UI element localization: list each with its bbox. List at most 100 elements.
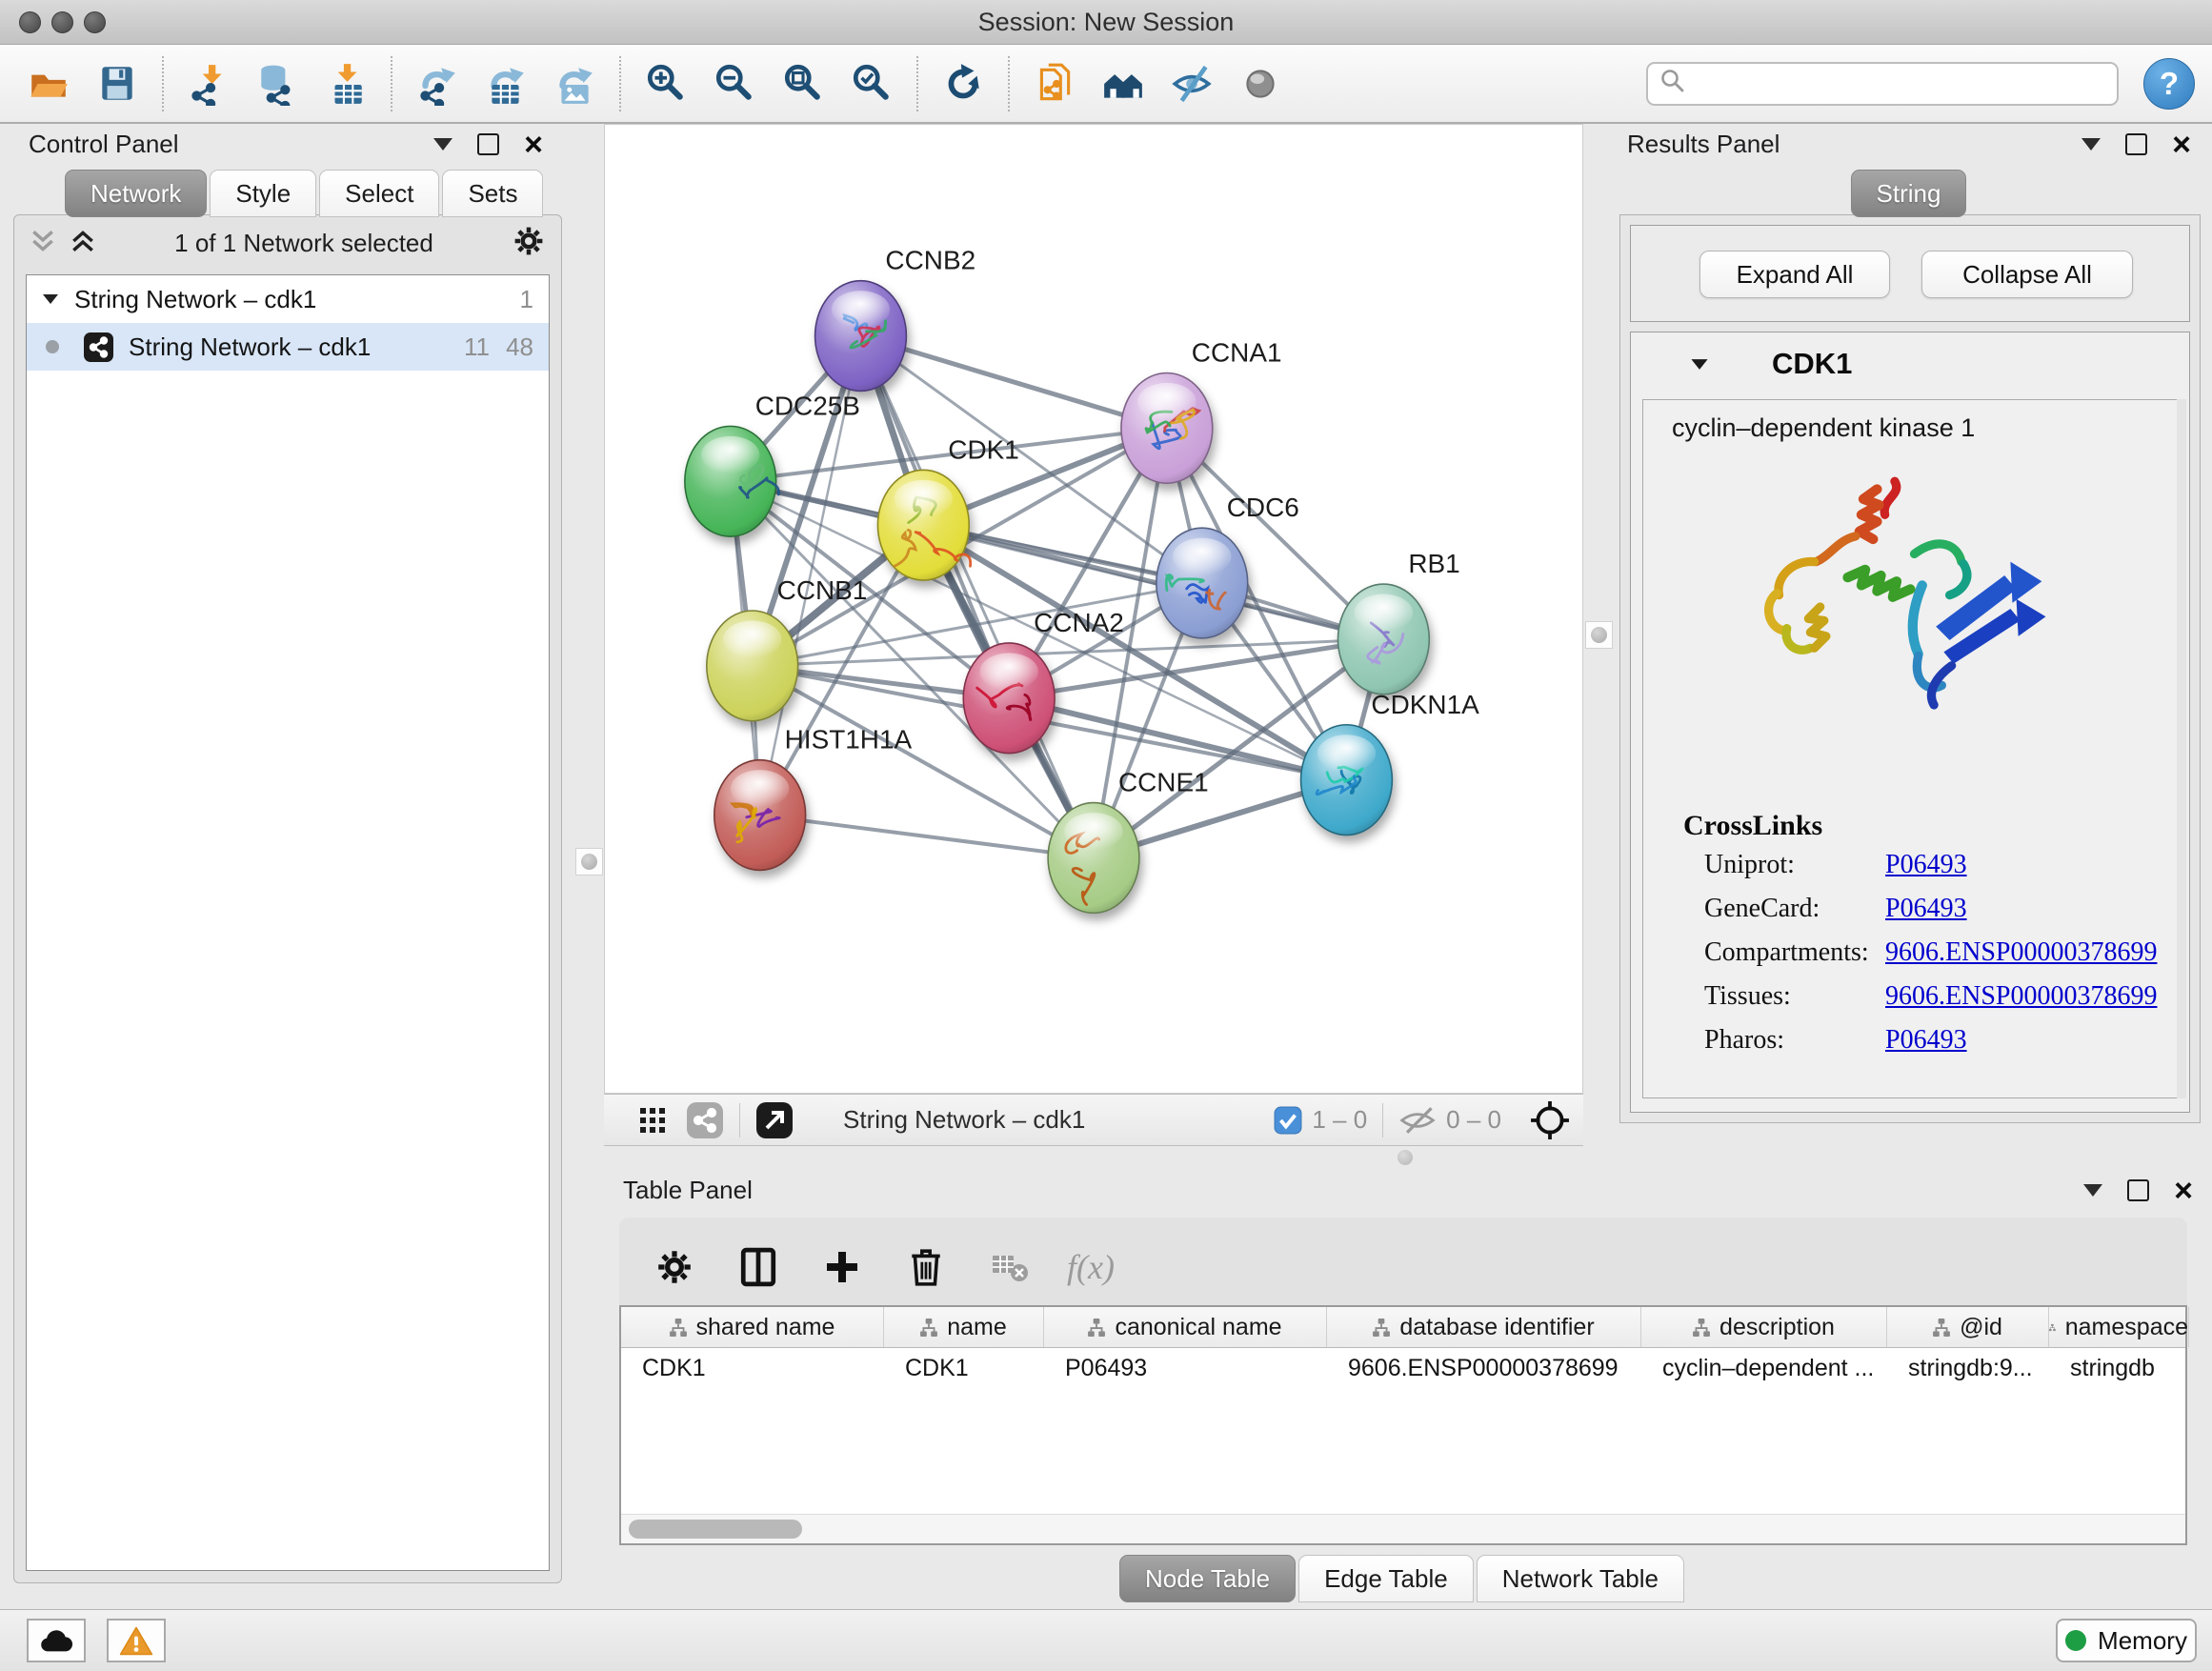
panel-menu-caret-icon[interactable] xyxy=(2083,1184,2102,1197)
tab-string[interactable]: String xyxy=(1851,170,1967,217)
tab-select[interactable]: Select xyxy=(319,170,439,217)
column-header-shared-name[interactable]: shared name xyxy=(621,1307,884,1347)
column-header-canonical-name[interactable]: canonical name xyxy=(1044,1307,1327,1347)
table-cell[interactable]: P06493 xyxy=(1044,1348,1327,1388)
save-session-icon[interactable] xyxy=(90,56,145,111)
crosslink-link[interactable]: 9606.ENSP00000378699 xyxy=(1885,981,2157,1012)
export-table-icon[interactable] xyxy=(478,56,533,111)
cloud-button[interactable] xyxy=(27,1619,86,1662)
document-share-icon[interactable] xyxy=(1027,56,1082,111)
memory-button[interactable]: Memory xyxy=(2056,1619,2197,1662)
node-CCNA1[interactable]: CCNA1 xyxy=(1121,338,1282,484)
section-collapse-caret-icon[interactable] xyxy=(1690,357,1709,372)
panel-close-icon[interactable]: × xyxy=(524,134,543,155)
tab-network[interactable]: Network xyxy=(65,170,207,217)
delete-column-icon[interactable] xyxy=(905,1246,947,1288)
column-header-database-identifier[interactable]: database identifier xyxy=(1327,1307,1641,1347)
tab-sets[interactable]: Sets xyxy=(442,170,543,217)
column-header-name[interactable]: name xyxy=(884,1307,1044,1347)
table-cell[interactable]: CDK1 xyxy=(884,1348,1044,1388)
table-hscrollbar-thumb[interactable] xyxy=(629,1520,802,1539)
export-image-icon[interactable] xyxy=(547,56,602,111)
node-RB1[interactable]: RB1 xyxy=(1337,549,1459,695)
collapse-all-icon[interactable] xyxy=(30,229,56,258)
collapse-all-button[interactable]: Collapse All xyxy=(1921,251,2133,298)
zoom-selected-icon[interactable] xyxy=(844,56,899,111)
export-network-icon[interactable] xyxy=(410,56,465,111)
node-CCNB2[interactable]: CCNB2 xyxy=(815,246,976,392)
string-homes-icon[interactable] xyxy=(1096,56,1151,111)
crosslink-link[interactable]: 9606.ENSP00000378699 xyxy=(1885,937,2157,968)
tab-edge-table[interactable]: Edge Table xyxy=(1298,1555,1474,1602)
crosslink-link[interactable]: P06493 xyxy=(1885,850,1967,880)
tab-style[interactable]: Style xyxy=(210,170,316,217)
search-box[interactable] xyxy=(1646,62,2119,106)
table-cell[interactable]: stringdb:9... xyxy=(1887,1348,2049,1388)
show-columns-icon[interactable] xyxy=(737,1246,779,1288)
column-header--id[interactable]: @id xyxy=(1887,1307,2049,1347)
zoom-out-icon[interactable] xyxy=(707,56,762,111)
zoom-fit-icon[interactable] xyxy=(775,56,831,111)
expand-all-icon[interactable] xyxy=(70,229,96,258)
tab-network-table[interactable]: Network Table xyxy=(1477,1555,1684,1602)
edge-CCNB2-CCNA1[interactable] xyxy=(860,336,1166,429)
zoom-in-icon[interactable] xyxy=(638,56,694,111)
network-collection-row[interactable]: String Network – cdk1 1 xyxy=(27,275,549,323)
external-link-icon[interactable] xyxy=(755,1101,794,1139)
open-session-icon[interactable] xyxy=(21,56,76,111)
node-CCNE1[interactable]: CCNE1 xyxy=(1048,768,1209,914)
edge-CCNB2-CCNE1[interactable] xyxy=(860,336,1094,858)
panel-float-icon[interactable] xyxy=(477,133,499,155)
crosslink-link[interactable]: P06493 xyxy=(1885,1025,1967,1056)
panel-close-icon[interactable]: × xyxy=(2174,1180,2193,1201)
refresh-icon[interactable] xyxy=(935,56,991,111)
network-status-dot xyxy=(46,340,59,353)
table-gear-icon[interactable] xyxy=(654,1246,695,1288)
show-eye-icon[interactable] xyxy=(1233,56,1288,111)
search-input[interactable] xyxy=(1696,68,2117,99)
table-cell[interactable]: 9606.ENSP00000378699 xyxy=(1327,1348,1641,1388)
warning-button[interactable] xyxy=(107,1619,166,1662)
table-cell[interactable]: stringdb xyxy=(2049,1348,2189,1388)
gene-section-header[interactable]: CDK1 xyxy=(1631,332,2189,395)
help-icon[interactable]: ? xyxy=(2143,58,2195,110)
tree-expand-caret-icon[interactable] xyxy=(42,292,59,306)
expand-all-button[interactable]: Expand All xyxy=(1699,251,1890,298)
table-row[interactable]: CDK1CDK1P064939606.ENSP00000378699cyclin… xyxy=(621,1348,2185,1388)
edge-HIST1H1A-CCNE1[interactable] xyxy=(760,815,1094,858)
tab-node-table[interactable]: Node Table xyxy=(1119,1555,1296,1602)
crosslink-link[interactable]: P06493 xyxy=(1885,894,1967,924)
hidden-glasses-icon[interactable] xyxy=(1398,1106,1437,1135)
node-HIST1H1A[interactable]: HIST1H1A xyxy=(714,725,913,871)
add-column-icon[interactable] xyxy=(821,1246,863,1288)
share-view-icon[interactable] xyxy=(686,1101,724,1139)
function-builder-icon[interactable]: f(x) xyxy=(1067,1247,1115,1287)
delete-table-icon[interactable] xyxy=(989,1246,1031,1288)
table-cell[interactable]: CDK1 xyxy=(621,1348,884,1388)
splitter-handle[interactable] xyxy=(1398,1150,1413,1165)
import-table-icon[interactable] xyxy=(318,56,373,111)
node-CDC6[interactable]: CDC6 xyxy=(1156,493,1299,638)
selected-checkbox-icon[interactable] xyxy=(1274,1106,1302,1135)
gear-icon[interactable] xyxy=(512,224,546,263)
panel-float-icon[interactable] xyxy=(2127,1179,2149,1201)
splitter-handle[interactable] xyxy=(575,848,603,876)
table-hscrollbar[interactable] xyxy=(621,1514,2185,1543)
node-CDKN1A[interactable]: CDKN1A xyxy=(1301,690,1480,836)
panel-close-icon[interactable]: × xyxy=(2172,134,2191,155)
birdseye-crosshair-icon[interactable] xyxy=(1530,1100,1570,1140)
panel-menu-caret-icon[interactable] xyxy=(433,138,452,151)
column-header-namespace[interactable]: namespace xyxy=(2049,1307,2189,1347)
panel-menu-caret-icon[interactable] xyxy=(2081,138,2101,151)
import-database-icon[interactable] xyxy=(250,56,305,111)
hide-glasses-icon[interactable] xyxy=(1164,56,1219,111)
grid-view-icon[interactable] xyxy=(640,1108,665,1133)
import-network-icon[interactable] xyxy=(181,56,236,111)
panel-float-icon[interactable] xyxy=(2125,133,2147,155)
splitter-handle[interactable] xyxy=(1585,621,1613,649)
column-header-description[interactable]: description xyxy=(1641,1307,1887,1347)
network-canvas[interactable]: CCNB2CCNA1CDC25BCDK1CDC6RB1CCNB1CCNA2CDK… xyxy=(604,124,1583,1094)
table-cell[interactable]: cyclin–dependent ... xyxy=(1641,1348,1887,1388)
network-row[interactable]: String Network – cdk1 11 48 xyxy=(27,323,549,371)
results-scrollbar[interactable] xyxy=(2177,399,2186,1098)
